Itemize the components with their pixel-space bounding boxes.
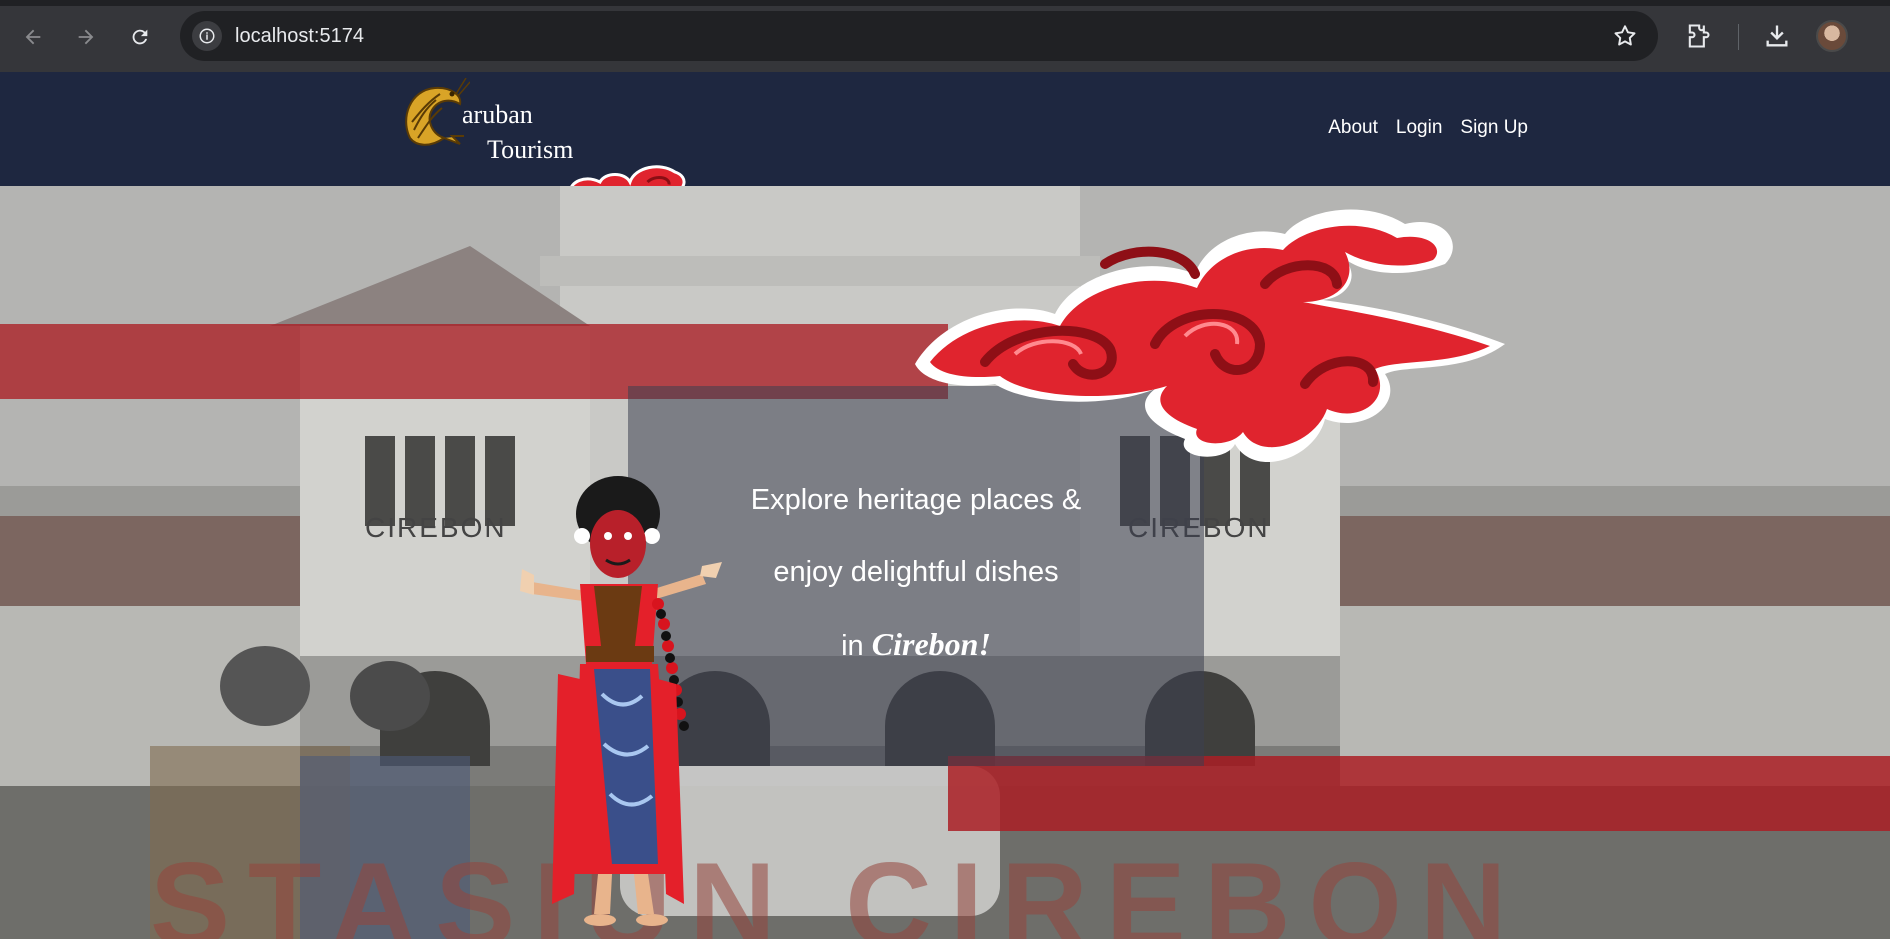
extensions-icon[interactable] [1684, 22, 1712, 55]
back-arrow-icon[interactable] [18, 22, 48, 52]
profile-avatar[interactable] [1816, 20, 1848, 52]
main-nav: About Login Sign Up [1328, 117, 1528, 139]
download-icon[interactable] [1763, 22, 1791, 55]
nav-about-link[interactable]: About [1328, 117, 1378, 139]
megamendung-large-cloud-icon [905, 204, 1510, 484]
toolbar-divider [1738, 24, 1739, 50]
hero-city-highlight: Cirebon! [871, 626, 991, 662]
hero-line-3-prefix: in [841, 630, 872, 662]
reload-icon[interactable] [125, 22, 155, 52]
red-band-bottom [948, 756, 1890, 831]
forward-arrow-icon[interactable] [71, 22, 101, 52]
nav-login-link[interactable]: Login [1396, 117, 1443, 139]
address-bar[interactable]: localhost:5174 [180, 11, 1658, 61]
topeng-dancer-illustration [462, 474, 762, 939]
nav-signup-link[interactable]: Sign Up [1460, 117, 1528, 139]
site-info-icon[interactable] [192, 21, 222, 51]
hero-section: CIREBON CIREBON STASIUN CIREBON Explore … [0, 186, 1890, 939]
browser-toolbar: localhost:5174 [0, 0, 1890, 72]
station-ground-sign: STASIUN CIREBON [150, 838, 1525, 939]
tab-strip [0, 0, 1890, 6]
site-header [0, 72, 1890, 186]
bookmark-star-icon[interactable] [1612, 23, 1638, 54]
url-text[interactable]: localhost:5174 [235, 25, 364, 48]
shrimp-logo-icon[interactable] [400, 77, 471, 158]
brand-name-line1[interactable]: aruban [462, 100, 533, 130]
